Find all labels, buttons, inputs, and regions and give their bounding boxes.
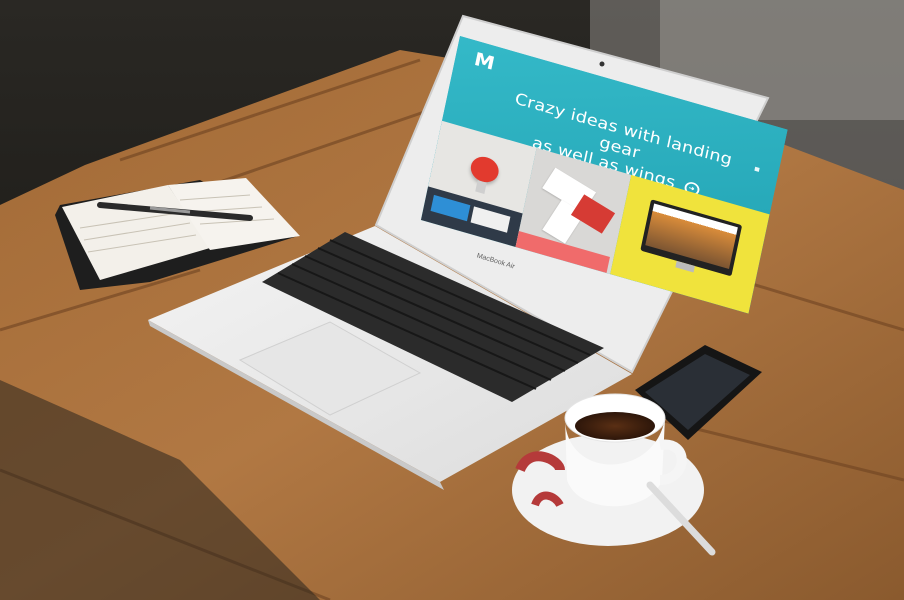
white-panel-image	[470, 206, 511, 233]
blue-panel-image	[430, 194, 471, 222]
stand-image	[475, 180, 487, 194]
red-ball-image	[468, 153, 501, 186]
webcam-icon	[599, 61, 605, 67]
site-logo[interactable]: M	[472, 49, 498, 75]
monitor-screen-image	[645, 203, 738, 269]
menu-icon[interactable]: ■	[753, 164, 762, 174]
